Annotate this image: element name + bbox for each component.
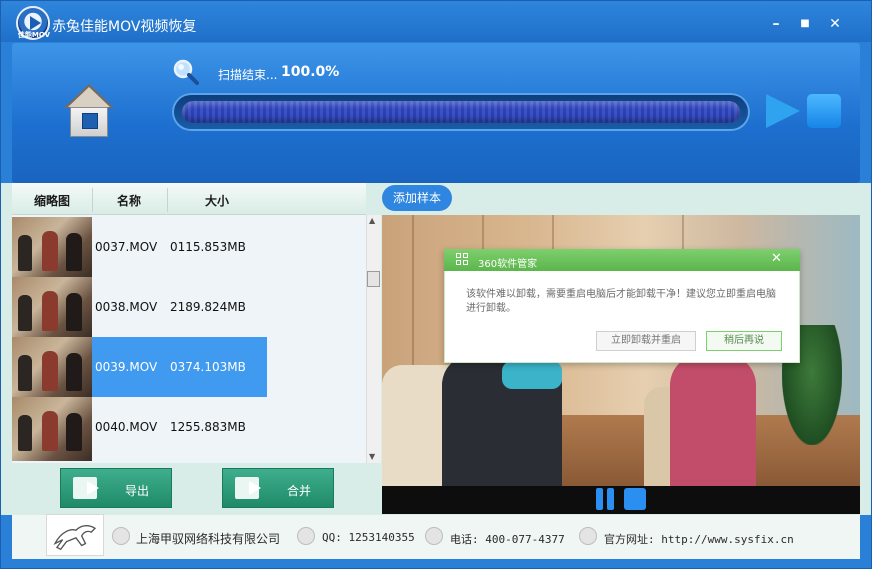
- app-logo-text: 佳能MOV: [17, 31, 51, 39]
- popup-message: 该软件难以卸载，需要重启电脑后才能卸载干净！建议您立即重启电脑进行卸载。: [466, 289, 776, 314]
- stop-scan-button[interactable]: [807, 94, 841, 128]
- merge-button[interactable]: 合并: [222, 468, 334, 508]
- column-size: 大小: [205, 194, 230, 208]
- export-icon: [73, 477, 99, 499]
- merge-label: 合并: [287, 484, 312, 498]
- file-name: 0039.MOV: [95, 360, 158, 374]
- popup-title: 360软件管家: [478, 259, 538, 270]
- merge-icon: [235, 477, 261, 499]
- video-thumbnail: [12, 217, 92, 277]
- video-thumbnail: [12, 277, 92, 337]
- window-title: 赤兔佳能MOV视频恢复: [52, 19, 197, 35]
- scroll-down-icon[interactable]: ▼: [369, 452, 375, 461]
- popup-close-button[interactable]: ✕: [771, 251, 782, 266]
- pause-icon: [596, 488, 603, 510]
- add-sample-button[interactable]: 添加样本: [382, 185, 452, 211]
- qq-icon: [297, 527, 315, 545]
- video-thumbnail: [12, 397, 92, 461]
- file-name: 0037.MOV: [95, 240, 158, 254]
- minimize-button[interactable]: –: [766, 14, 786, 34]
- scan-progress-fill: [182, 101, 740, 123]
- file-row-0038[interactable]: 0038.MOV 2189.824MB: [12, 277, 366, 337]
- maximize-button[interactable]: ■: [795, 14, 815, 34]
- home-button[interactable]: [64, 84, 114, 138]
- qq-number: QQ: 1253140355: [322, 531, 415, 544]
- export-label: 导出: [125, 484, 150, 498]
- phone-number: 电话: 400-077-4377: [450, 533, 565, 546]
- file-row-0039[interactable]: 0039.MOV 0374.103MB: [12, 337, 366, 397]
- file-size: 0374.103MB: [170, 360, 246, 374]
- uninstall-restart-button[interactable]: 立即卸载并重启: [596, 331, 696, 351]
- scroll-up-icon[interactable]: ▲: [369, 216, 375, 225]
- stop-playback-button[interactable]: [624, 488, 646, 510]
- video-controls: [382, 486, 860, 514]
- later-button[interactable]: 稍后再说: [706, 331, 782, 351]
- file-name: 0040.MOV: [95, 420, 158, 434]
- file-row-0040[interactable]: 0040.MOV 1255.883MB: [12, 397, 366, 461]
- column-thumbnail: 缩略图: [34, 194, 71, 208]
- scrollbar-thumb[interactable]: [367, 271, 380, 287]
- scan-status-label: 扫描结束...: [218, 68, 278, 82]
- company-logo-icon: [46, 514, 104, 556]
- start-scan-button[interactable]: [766, 94, 800, 128]
- scan-percent: 100.0%: [281, 64, 340, 80]
- pause-button[interactable]: [596, 488, 618, 510]
- file-name: 0038.MOV: [95, 300, 158, 314]
- file-list-scrollbar[interactable]: [366, 215, 381, 463]
- file-size: 1255.883MB: [170, 420, 246, 434]
- company-name: 上海甲驭网络科技有限公司: [136, 532, 281, 546]
- app-grid-icon: [456, 253, 470, 267]
- website-link[interactable]: 官方网址: http://www.sysfix.cn: [604, 531, 794, 547]
- column-name: 名称: [117, 194, 142, 208]
- export-button[interactable]: 导出: [60, 468, 172, 508]
- preview-toolbar: [382, 183, 860, 215]
- company-icon: [112, 527, 130, 545]
- file-size: 0115.853MB: [170, 240, 246, 254]
- close-button[interactable]: ✕: [825, 14, 845, 34]
- file-size: 2189.824MB: [170, 300, 246, 314]
- globe-icon: [579, 527, 597, 545]
- phone-icon: [425, 527, 443, 545]
- video-thumbnail: [12, 337, 92, 397]
- search-icon: [173, 59, 199, 85]
- file-row-0037[interactable]: 0037.MOV 0115.853MB: [12, 217, 366, 277]
